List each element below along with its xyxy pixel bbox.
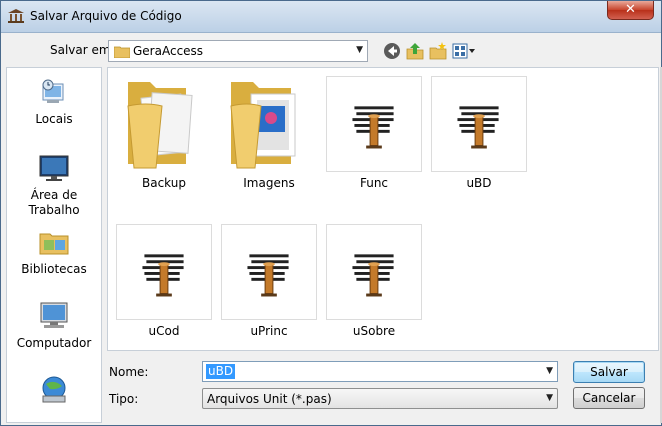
file-label: Imagens xyxy=(243,176,295,190)
file-item[interactable]: uSobre xyxy=(326,224,422,350)
file-item[interactable]: Func xyxy=(326,76,422,202)
file-type-value: Arquivos Unit (*.pas) xyxy=(207,392,332,406)
file-item[interactable]: uCod xyxy=(116,224,212,350)
place-computer[interactable]: Computador xyxy=(7,300,101,350)
type-label: Tipo: xyxy=(109,392,139,406)
view-menu-icon[interactable] xyxy=(452,41,476,61)
place-label: Computador xyxy=(16,336,92,350)
folder-icon xyxy=(114,46,130,58)
save-button[interactable]: Salvar xyxy=(573,361,645,383)
cancel-button[interactable]: Cancelar xyxy=(573,387,645,409)
file-label: uCod xyxy=(148,324,180,338)
delphi-unit-icon xyxy=(326,224,422,320)
file-label: Func xyxy=(359,176,389,190)
save-in-label: Salvar em: xyxy=(50,43,115,57)
folder-icon xyxy=(127,82,193,169)
places-bar: Locais Área de Trabalho Bibliotecas Comp… xyxy=(6,67,102,423)
computer-icon xyxy=(40,302,68,328)
close-icon: ✕ xyxy=(625,2,636,17)
file-name-input[interactable]: uBD ▼ xyxy=(202,361,558,382)
place-recent[interactable]: Locais xyxy=(7,76,101,126)
place-libraries[interactable]: Bibliotecas xyxy=(7,226,101,276)
file-item[interactable]: Imagens xyxy=(221,76,317,202)
chevron-down-icon: ▼ xyxy=(546,393,553,403)
window-title: Salvar Arquivo de Código xyxy=(30,9,182,23)
name-label: Nome: xyxy=(109,365,149,379)
place-label: Área de Trabalho xyxy=(28,188,80,217)
back-icon[interactable] xyxy=(382,41,402,61)
file-name-value: uBD xyxy=(206,364,236,379)
title-bar: Salvar Arquivo de Código ✕ xyxy=(1,1,661,33)
save-dialog: Salvar Arquivo de Código ✕ Salvar em: Ge… xyxy=(0,0,662,426)
close-button[interactable]: ✕ xyxy=(607,1,654,20)
place-desktop[interactable]: Área de Trabalho xyxy=(7,152,101,218)
folder-location-dropdown[interactable]: GeraAccess ▼ xyxy=(108,40,368,62)
chevron-down-icon: ▼ xyxy=(356,45,363,55)
chevron-down-icon[interactable]: ▼ xyxy=(546,366,553,376)
file-label: Backup xyxy=(142,176,186,190)
file-item[interactable]: Backup xyxy=(116,76,212,202)
app-icon xyxy=(8,9,24,23)
file-item[interactable]: uBD xyxy=(431,76,527,202)
place-network[interactable] xyxy=(7,374,101,410)
recent-places-icon xyxy=(42,79,64,103)
network-icon xyxy=(42,376,66,403)
new-folder-icon[interactable] xyxy=(428,41,448,61)
delphi-unit-icon xyxy=(116,224,212,320)
file-item[interactable]: uPrinc xyxy=(221,224,317,350)
desktop-icon xyxy=(39,155,69,181)
place-label: Locais xyxy=(35,112,73,126)
libraries-icon xyxy=(39,233,69,255)
delphi-unit-icon xyxy=(431,76,527,172)
file-label: uSobre xyxy=(352,324,396,338)
file-list: Backup Imagens Func uBD uCod uPrinc uSob… xyxy=(107,67,659,351)
delphi-unit-icon xyxy=(221,224,317,320)
place-label: Bibliotecas xyxy=(21,262,87,276)
current-folder-name: GeraAccess xyxy=(133,44,204,58)
file-label: uPrinc xyxy=(250,324,288,338)
pictures-folder-icon xyxy=(230,82,296,169)
delphi-unit-icon xyxy=(326,76,422,172)
file-type-dropdown[interactable]: Arquivos Unit (*.pas) ▼ xyxy=(202,388,558,409)
file-label: uBD xyxy=(466,176,492,190)
up-folder-icon[interactable] xyxy=(405,41,425,61)
